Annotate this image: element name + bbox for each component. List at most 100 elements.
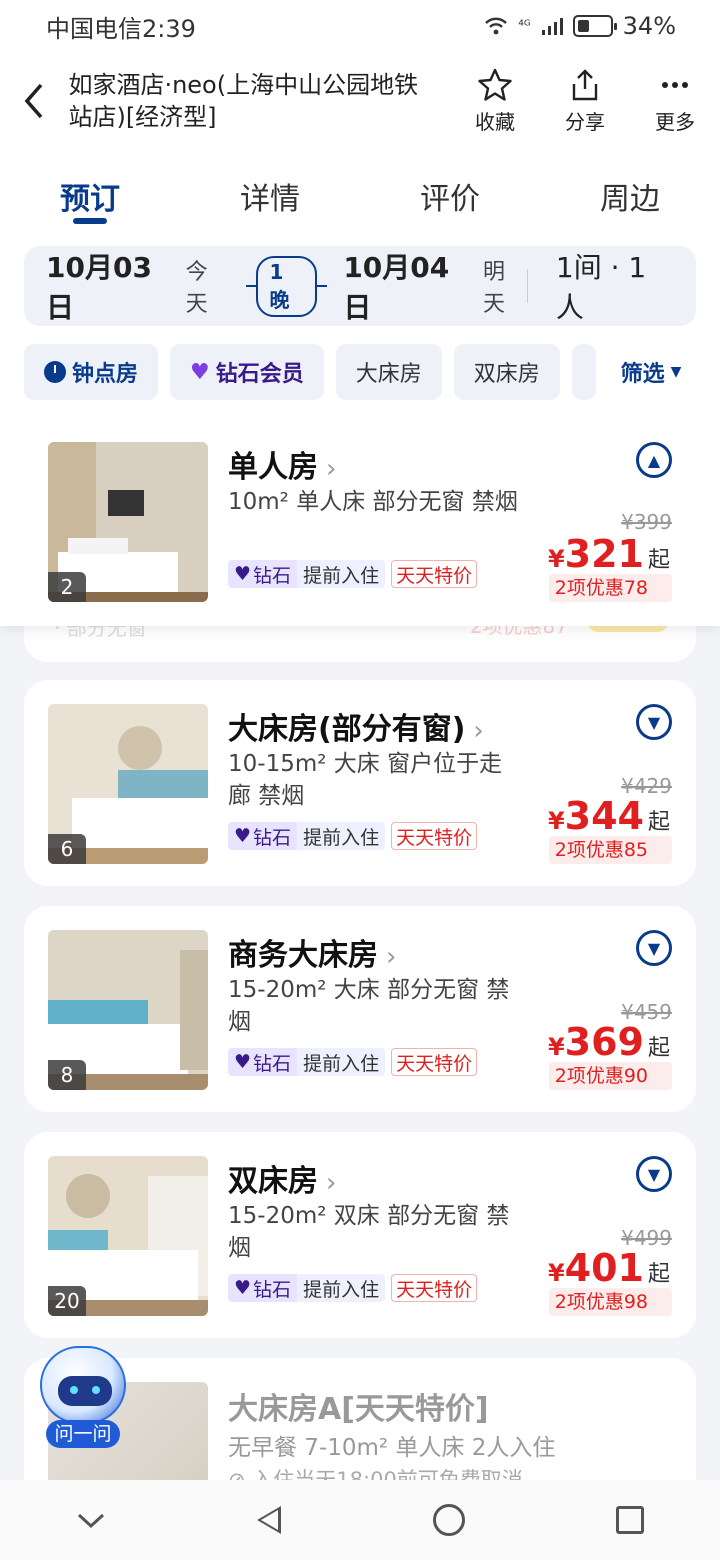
assistant-label: 问一问 <box>46 1420 120 1448</box>
current-price: ¥401 起 <box>547 1246 670 1290</box>
battery-percent: 34% <box>622 12 676 40</box>
check-in-sub: 今天 <box>185 260 208 317</box>
room-tags: ♥ 钻石 提前入住 天天特价 <box>228 822 478 850</box>
discount-badge[interactable]: 2项优惠78 <box>548 574 672 602</box>
chevron-right-icon: › <box>386 942 397 972</box>
diamond-icon: ♥ <box>234 1277 252 1299</box>
room-tags: ♥ 钻石 提前入住 天天特价 <box>228 1048 478 1076</box>
current-price: ¥321 起 <box>547 532 670 576</box>
nav-recents-icon[interactable] <box>616 1506 645 1534</box>
photo-count: 6 <box>48 834 86 864</box>
date-selector[interactable]: 10月03日 今天 1晚 10月04日 明天 1间 · 1人 <box>24 246 696 326</box>
chip-twin[interactable]: 双床房 <box>453 344 560 400</box>
robot-icon <box>40 1346 126 1424</box>
chevron-right-icon: › <box>326 454 337 484</box>
chevron-up-icon: ▲ <box>647 450 661 470</box>
tab-reviews[interactable]: 评价 <box>360 150 540 230</box>
chip-hourly[interactable]: 钟点房 <box>24 344 159 400</box>
more-button[interactable]: 更多 <box>630 68 720 135</box>
tag-diamond-early: ♥ 钻石 提前入住 <box>228 560 386 588</box>
current-price: ¥369 起 <box>547 1020 670 1064</box>
chevron-right-icon: › <box>473 716 484 746</box>
room-desc: 10-15m² 大床 窗户位于走廊 禁烟 <box>228 751 503 809</box>
back-button[interactable] <box>0 52 68 150</box>
wifi-icon <box>485 17 508 35</box>
signal-icon <box>541 18 563 35</box>
chevron-right-icon: › <box>326 1168 337 1198</box>
room-name: 大床房A[天天特价] <box>228 1392 489 1427</box>
room-desc: 15-20m² 大床 部分无窗 禁烟 <box>228 977 510 1035</box>
filter-chips: 钟点房 ♥ 钻石会员 大床房 双床房 <box>24 344 696 402</box>
status-bar: 中国电信2:39 ⁴ᴳ 34% <box>0 0 720 52</box>
filter-button[interactable]: 筛选 ▼ <box>606 344 696 400</box>
share-icon <box>572 68 598 100</box>
tab-booking[interactable]: 预订 <box>0 150 180 230</box>
tab-details[interactable]: 详情 <box>180 150 360 230</box>
room-desc: 15-20m² 双床 部分无窗 禁烟 <box>228 1203 510 1261</box>
room-tags: ♥ 钻石 提前入住 天天特价 <box>228 1274 478 1302</box>
chevron-down-icon: ▼ <box>647 938 661 958</box>
carrier-time: 中国电信2:39 <box>46 14 196 43</box>
photo-count: 20 <box>48 1286 86 1316</box>
more-label: 更多 <box>655 109 695 134</box>
chevron-down-icon: ▼ <box>647 1164 661 1184</box>
back-icon <box>24 83 43 119</box>
more-icon <box>662 81 688 88</box>
system-nav-bar <box>0 1480 720 1560</box>
room-photo[interactable]: 2 <box>48 442 208 602</box>
room-desc: 无早餐 7-10m² 单人床 2人入住 <box>228 1435 556 1461</box>
tag-daily-deal: 天天特价 <box>391 1274 478 1302</box>
dropdown-icon: ▼ <box>670 364 682 380</box>
diamond-icon: ♥ <box>234 1051 252 1073</box>
room-photo[interactable]: 8 <box>48 930 208 1090</box>
tab-nearby[interactable]: 周边 <box>540 150 720 230</box>
chip-more[interactable] <box>571 344 596 400</box>
collapse-icon[interactable] <box>76 1510 106 1530</box>
room-photo[interactable]: 20 <box>48 1156 208 1316</box>
expand-button[interactable]: ▼ <box>636 1156 672 1192</box>
check-out-date: 10月04日 <box>343 251 450 324</box>
tag-diamond-early: ♥ 钻石 提前入住 <box>228 822 386 850</box>
current-price: ¥344 起 <box>547 794 670 838</box>
nav-back-icon[interactable] <box>257 1506 282 1534</box>
discount-badge[interactable]: 2项优惠85 <box>548 836 672 864</box>
assistant-button[interactable]: 问一问 <box>40 1346 126 1450</box>
discount-badge[interactable]: 2项优惠98 <box>548 1288 672 1316</box>
nights-indicator: 1晚 <box>245 255 328 317</box>
expand-button[interactable]: ▼ <box>636 704 672 740</box>
diamond-icon: ♥ <box>234 563 252 585</box>
room-name[interactable]: 商务大床房 › <box>228 930 396 974</box>
chip-diamond[interactable]: ♥ 钻石会员 <box>170 344 324 400</box>
nav-home-icon[interactable] <box>432 1504 465 1536</box>
room-name[interactable]: 双床房 › <box>228 1156 336 1200</box>
tag-daily-deal: 天天特价 <box>391 1048 478 1076</box>
room-photo[interactable]: 6 <box>48 704 208 864</box>
discount-badge[interactable]: 2项优惠90 <box>548 1062 672 1090</box>
favorite-label: 收藏 <box>475 109 515 134</box>
share-label: 分享 <box>565 109 605 134</box>
photo-count: 2 <box>48 572 86 602</box>
chip-big-bed[interactable]: 大床房 <box>335 344 442 400</box>
collapse-button[interactable]: ▲ <box>636 442 672 478</box>
check-out-sub: 明天 <box>482 260 505 317</box>
tab-bar: 预订 详情 评价 周边 <box>0 150 720 230</box>
room-name[interactable]: 大床房(部分有窗) › <box>228 704 484 748</box>
network-type: ⁴ᴳ <box>518 18 531 34</box>
hotel-title: 如家酒店·neo(上海中山公园地铁站店)[经济型] <box>68 71 419 131</box>
tag-diamond-early: ♥ 钻石 提前入住 <box>228 1274 386 1302</box>
room-name[interactable]: 单人房 › <box>228 442 336 486</box>
photo-count: 8 <box>48 1060 86 1090</box>
share-button[interactable]: 分享 <box>540 68 630 135</box>
room-card-single[interactable]: 2 单人房 › 10m² 单人床 部分无窗 禁烟 ♥ 钻石 提前入住 天天特价 ▲ ¥… <box>0 410 720 626</box>
check-in-date: 10月03日 <box>46 251 152 324</box>
clock-icon <box>44 361 66 383</box>
diamond-icon: ♥ <box>234 825 252 847</box>
rooms-guests[interactable]: 1间 · 1人 <box>556 246 674 326</box>
battery-icon <box>572 15 617 37</box>
room-desc: 10m² 单人床 部分无窗 禁烟 <box>228 489 518 515</box>
expand-button[interactable]: ▼ <box>636 930 672 966</box>
tag-daily-deal: 天天特价 <box>391 560 478 588</box>
favorite-button[interactable]: 收藏 <box>450 68 540 135</box>
original-price: ¥399 <box>621 510 672 534</box>
tag-daily-deal: 天天特价 <box>391 822 478 850</box>
